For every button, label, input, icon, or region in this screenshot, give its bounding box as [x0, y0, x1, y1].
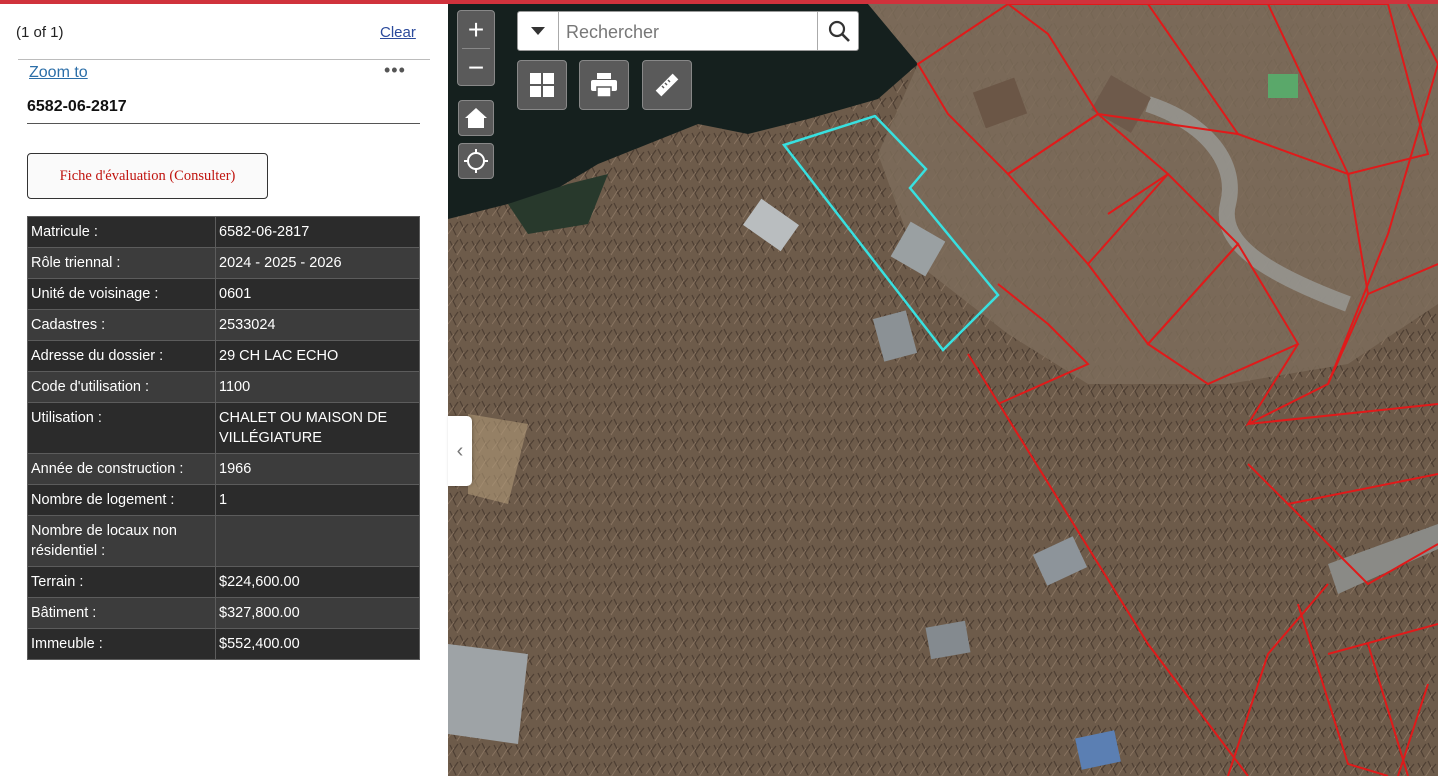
- clear-link[interactable]: Clear: [380, 24, 416, 41]
- table-row: Code d'utilisation :1100: [27, 371, 420, 403]
- attribute-label: Unité de voisinage :: [27, 278, 216, 310]
- attribute-value: 1: [215, 484, 420, 516]
- chevron-down-icon: [531, 27, 545, 35]
- attribute-label: Utilisation :: [27, 402, 216, 454]
- table-row: Nombre de locaux non résidentiel :: [27, 515, 420, 567]
- table-row: Matricule :6582-06-2817: [27, 216, 420, 248]
- attribute-value: $327,800.00: [215, 597, 420, 629]
- attribute-value: [215, 515, 420, 567]
- zoom-to-link[interactable]: Zoom to: [29, 64, 88, 82]
- feature-pager: (1 of 1): [16, 24, 64, 41]
- attribute-value: $224,600.00: [215, 566, 420, 598]
- feature-title: 6582-06-2817: [27, 98, 127, 115]
- zoom-in-button[interactable]: +: [458, 11, 494, 48]
- attribute-label: Matricule :: [27, 216, 216, 248]
- table-row: Bâtiment : $327,800.00: [27, 597, 420, 629]
- attribute-label: Code d'utilisation :: [27, 371, 216, 403]
- table-row: Rôle triennal :2024 - 2025 - 2026: [27, 247, 420, 279]
- attribute-label: Nombre de logement :: [27, 484, 216, 516]
- attribute-value: 1966: [215, 453, 420, 485]
- map-view[interactable]: + −: [448, 4, 1438, 776]
- table-row: Nombre de logement :1: [27, 484, 420, 516]
- attribute-label: Rôle triennal :: [27, 247, 216, 279]
- attribute-value: $552,400.00: [215, 628, 420, 660]
- attribute-table: Matricule :6582-06-2817 Rôle triennal :2…: [27, 216, 420, 660]
- home-icon: [465, 108, 487, 128]
- table-row: Immeuble : $552,400.00: [27, 628, 420, 660]
- basemap-grid-icon: [530, 73, 554, 97]
- locate-button[interactable]: [458, 143, 494, 179]
- table-row: Terrain : $224,600.00: [27, 566, 420, 598]
- attribute-value: 6582-06-2817: [215, 216, 420, 248]
- attribute-value: 2533024: [215, 309, 420, 341]
- chevron-left-icon: ‹: [456, 439, 464, 462]
- attribute-label: Cadastres :: [27, 309, 216, 341]
- attribute-value: CHALET OU MAISON DE VILLÉGIATURE: [215, 402, 420, 454]
- attribute-value: 2024 - 2025 - 2026: [215, 247, 420, 279]
- home-button[interactable]: [458, 100, 494, 136]
- search-icon: [828, 20, 850, 42]
- locate-icon: [464, 149, 488, 173]
- attribute-value: 0601: [215, 278, 420, 310]
- divider: [18, 59, 430, 60]
- basemap-gallery-button[interactable]: [517, 60, 567, 110]
- table-row: Adresse du dossier :29 CH LAC ECHO: [27, 340, 420, 372]
- measure-ruler-icon: [655, 73, 679, 97]
- aerial-imagery: [448, 4, 1438, 776]
- collapse-panel-button[interactable]: ‹: [448, 416, 472, 486]
- attribute-label: Immeuble :: [27, 628, 216, 660]
- more-options-icon[interactable]: •••: [384, 60, 406, 81]
- zoom-out-button[interactable]: −: [458, 49, 494, 86]
- table-row: Unité de voisinage :0601: [27, 278, 420, 310]
- title-divider: [27, 123, 420, 124]
- table-row: Année de construction :1966: [27, 453, 420, 485]
- feature-info-panel: (1 of 1) Clear Zoom to ••• 6582-06-2817 …: [0, 4, 448, 776]
- search-input[interactable]: [564, 18, 818, 46]
- zoom-controls: + −: [457, 10, 495, 86]
- attribute-label: Adresse du dossier :: [27, 340, 216, 372]
- attribute-value: 29 CH LAC ECHO: [215, 340, 420, 372]
- attribute-label: Année de construction :: [27, 453, 216, 485]
- attribute-label: Bâtiment :: [27, 597, 216, 629]
- attribute-label: Terrain :: [27, 566, 216, 598]
- table-row: Utilisation : CHALET OU MAISON DE VILLÉGI…: [27, 402, 420, 454]
- search-source-dropdown[interactable]: [518, 12, 559, 50]
- attribute-label: Nombre de locaux non résidentiel :: [27, 515, 216, 567]
- measure-button[interactable]: [642, 60, 692, 110]
- print-icon: [591, 73, 617, 98]
- print-button[interactable]: [579, 60, 629, 110]
- search-widget: [517, 11, 859, 51]
- search-button[interactable]: [817, 12, 859, 50]
- attribute-value: 1100: [215, 371, 420, 403]
- fiche-evaluation-button[interactable]: Fiche d'évaluation (Consulter): [27, 153, 268, 199]
- table-row: Cadastres :2533024: [27, 309, 420, 341]
